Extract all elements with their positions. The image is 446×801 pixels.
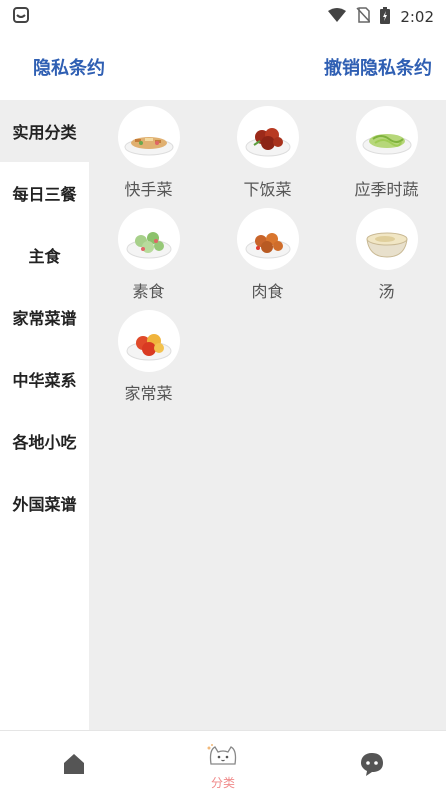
home-icon bbox=[61, 751, 87, 781]
stir-fry-dish-image bbox=[117, 106, 180, 168]
bottom-tab-bar: 分类 bbox=[0, 730, 446, 801]
cucumber-dish-image bbox=[117, 208, 180, 270]
battery-icon bbox=[380, 6, 391, 28]
privacy-policy-link[interactable]: 隐私条约 bbox=[33, 54, 105, 80]
cat-icon bbox=[206, 742, 240, 772]
soup-dish-image bbox=[355, 208, 418, 270]
category-meat[interactable]: 肉食 bbox=[208, 208, 327, 301]
category-label: 家常菜 bbox=[124, 384, 173, 403]
sidebar-item-staple-food[interactable]: 主食 bbox=[0, 224, 89, 286]
category-label: 素食 bbox=[132, 282, 165, 301]
header: 隐私条约 撤销隐私条约 bbox=[0, 34, 446, 100]
category-label: 肉食 bbox=[251, 282, 284, 301]
tab-category[interactable]: 分类 bbox=[183, 731, 263, 801]
green-vegetable-dish-image bbox=[355, 106, 418, 168]
sidebar-item-practical[interactable]: 实用分类 bbox=[0, 100, 89, 162]
tomato-egg-dish-image bbox=[117, 310, 180, 372]
category-grid: 快手菜 下饭菜 应季时蔬 素食 肉食 汤 家常菜 bbox=[89, 106, 446, 403]
no-sim-icon bbox=[356, 7, 371, 27]
category-label: 下饭菜 bbox=[243, 180, 292, 199]
category-label: 汤 bbox=[378, 282, 395, 301]
category-label: 快手菜 bbox=[124, 180, 173, 199]
braised-pork-dish-image bbox=[236, 106, 299, 168]
wifi-icon bbox=[328, 8, 347, 26]
sidebar-item-home-cooking[interactable]: 家常菜谱 bbox=[0, 286, 89, 348]
category-quick-dish[interactable]: 快手菜 bbox=[89, 106, 208, 199]
revoke-privacy-link[interactable]: 撤销隐私条约 bbox=[324, 54, 432, 80]
status-bar: 2:02 bbox=[0, 0, 446, 34]
sidebar-item-local-snacks[interactable]: 各地小吃 bbox=[0, 410, 89, 472]
app-notification-icon bbox=[12, 6, 30, 28]
category-sidebar: 实用分类 每日三餐 主食 家常菜谱 中华菜系 各地小吃 外国菜谱 bbox=[0, 100, 89, 730]
category-soup[interactable]: 汤 bbox=[327, 208, 446, 301]
category-label: 应季时蔬 bbox=[354, 180, 419, 199]
tab-category-label: 分类 bbox=[210, 775, 235, 790]
category-home-style[interactable]: 家常菜 bbox=[89, 310, 208, 403]
fried-meat-dish-image bbox=[236, 208, 299, 270]
category-content: 快手菜 下饭菜 应季时蔬 素食 肉食 汤 家常菜 bbox=[89, 100, 446, 730]
sidebar-item-daily-meals[interactable]: 每日三餐 bbox=[0, 162, 89, 224]
clock-time: 2:02 bbox=[400, 8, 434, 26]
category-seasonal-vegetables[interactable]: 应季时蔬 bbox=[327, 106, 446, 199]
chat-icon bbox=[359, 751, 385, 781]
category-rice-dish[interactable]: 下饭菜 bbox=[208, 106, 327, 199]
tab-messages[interactable] bbox=[332, 731, 412, 801]
sidebar-item-chinese-cuisine[interactable]: 中华菜系 bbox=[0, 348, 89, 410]
sidebar-item-foreign-cuisine[interactable]: 外国菜谱 bbox=[0, 472, 89, 534]
tab-home[interactable] bbox=[34, 731, 114, 801]
status-right: 2:02 bbox=[328, 6, 434, 28]
category-vegetarian[interactable]: 素食 bbox=[89, 208, 208, 301]
